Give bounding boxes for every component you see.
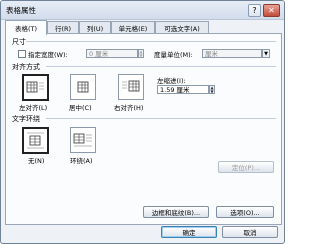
align-center-option[interactable] xyxy=(70,74,96,100)
preferred-width-spinner[interactable]: ▲ ▼ xyxy=(138,49,144,58)
wrap-around-option[interactable] xyxy=(70,127,96,153)
align-right-icon xyxy=(122,80,140,92)
measure-in-label: 度量单位(M): xyxy=(154,51,193,59)
borders-shading-button[interactable]: 边框和底纹(B)... xyxy=(143,206,209,218)
wrap-around-label: 环绕(A) xyxy=(70,157,93,165)
ok-button[interactable]: 确定 xyxy=(161,226,217,238)
wrap-none-option[interactable] xyxy=(22,127,49,154)
text-wrapping-heading: 文字环绕 xyxy=(12,115,40,123)
align-right-option[interactable] xyxy=(118,74,144,100)
dialog-title: 表格属性 xyxy=(6,6,36,15)
wrap-none-label: 无(N) xyxy=(28,157,45,165)
table-properties-dialog: 表格属性 ? ✕ 表格(T) 行(R) 列(U) 单元格(E) 可选文字(A) … xyxy=(0,0,285,244)
close-button[interactable]: ✕ xyxy=(263,4,280,17)
alignment-divider xyxy=(46,66,276,67)
alignment-heading: 对齐方式 xyxy=(12,63,40,71)
title-bar: 表格属性 ? ✕ xyxy=(1,1,284,20)
align-left-label: 左对齐(L) xyxy=(19,104,48,112)
preferred-width-label: 指定宽度(W): xyxy=(28,51,68,59)
indent-left-label: 左缩进(I): xyxy=(157,77,186,85)
indent-left-spinner[interactable]: ▲ ▼ xyxy=(209,85,215,94)
chevron-down-icon: ▼ xyxy=(264,51,268,57)
measure-in-select[interactable]: 厘米 xyxy=(202,49,262,58)
measure-in-dropdown[interactable]: ▼ xyxy=(262,49,270,58)
align-right-label: 右对齐(H) xyxy=(114,104,144,112)
tab-panel-table: 尺寸 指定宽度(W): 0 厘米 ▲ ▼ 度量单位(M): 厘米 ▼ 对齐方式 xyxy=(5,33,282,225)
align-left-icon xyxy=(26,81,44,93)
tab-table[interactable]: 表格(T) xyxy=(5,20,47,35)
align-center-icon xyxy=(77,81,89,93)
size-heading: 尺寸 xyxy=(12,38,26,46)
align-left-option[interactable] xyxy=(22,74,49,101)
wrap-none-icon xyxy=(27,132,44,149)
indent-left-field[interactable]: 1.59 厘米 xyxy=(157,85,209,94)
preferred-width-checkbox[interactable] xyxy=(18,50,26,58)
spin-down-icon: ▼ xyxy=(210,89,214,94)
positioning-button[interactable]: 定位(P)... xyxy=(218,161,274,173)
preferred-width-field[interactable]: 0 厘米 xyxy=(86,49,138,58)
size-divider xyxy=(26,41,276,42)
wrap-around-icon xyxy=(73,133,92,147)
align-center-label: 居中(C) xyxy=(69,104,92,112)
help-button[interactable]: ? xyxy=(248,4,261,17)
text-wrapping-divider xyxy=(46,118,276,119)
options-button[interactable]: 选项(O)... xyxy=(216,206,274,218)
spin-down-icon: ▼ xyxy=(139,53,143,58)
cancel-button[interactable]: 取消 xyxy=(222,226,278,238)
